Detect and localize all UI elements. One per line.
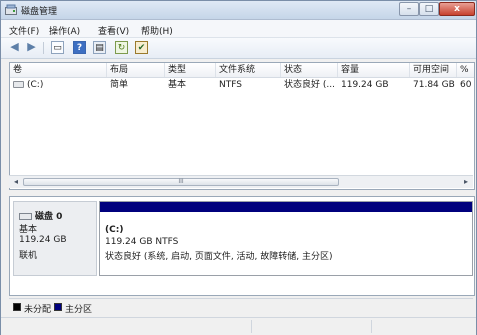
partition-size-fs: 119.24 GB NTFS bbox=[105, 237, 179, 247]
forward-arrow-icon[interactable]: ▶ bbox=[25, 41, 38, 54]
status-bar bbox=[1, 317, 476, 335]
horizontal-scrollbar[interactable]: ◂ III ▸ bbox=[9, 175, 473, 188]
disk-type: 基本 bbox=[19, 225, 38, 235]
cell-volume: (C:) bbox=[10, 78, 107, 92]
window-title: 磁盘管理 bbox=[21, 7, 58, 17]
column-header-volume[interactable]: 卷 bbox=[10, 63, 107, 77]
volume-list: 卷 布局 类型 文件系统 状态 容量 可用空间 % (C:) 简单 基本 NTF… bbox=[9, 62, 475, 190]
cell-status: 状态良好 (... bbox=[284, 80, 335, 90]
legend-swatch-primary bbox=[54, 303, 62, 311]
disk-management-app-icon bbox=[5, 4, 17, 15]
disk-size: 119.24 GB bbox=[19, 235, 67, 245]
cell-free-space: 71.84 GB bbox=[413, 80, 455, 90]
properties-icon[interactable]: ▭ bbox=[51, 41, 64, 54]
partition-color-bar bbox=[100, 202, 472, 212]
volume-name: (C:) bbox=[27, 80, 44, 90]
partition-label: (C:) bbox=[105, 225, 124, 235]
drive-icon bbox=[13, 81, 24, 88]
column-header-free-space[interactable]: 可用空间 bbox=[410, 63, 457, 77]
disk-name: 磁盘 0 bbox=[35, 212, 63, 222]
partition-c[interactable]: (C:) 119.24 GB NTFS 状态良好 (系统, 启动, 页面文件, … bbox=[99, 201, 473, 276]
menu-action[interactable]: 操作(A) bbox=[49, 24, 80, 37]
scrollbar-grip: III bbox=[178, 178, 184, 185]
legend-label-unallocated: 未分配 bbox=[24, 305, 52, 315]
column-header-status[interactable]: 状态 bbox=[281, 63, 338, 77]
legend-label-primary: 主分区 bbox=[65, 305, 93, 315]
maximize-button[interactable]: □ bbox=[419, 2, 439, 16]
column-header-layout[interactable]: 布局 bbox=[107, 63, 165, 77]
cell-type: 基本 bbox=[168, 80, 187, 90]
menu-help[interactable]: 帮助(H) bbox=[141, 24, 173, 37]
view-grid-icon[interactable]: ▤ bbox=[93, 41, 106, 54]
refresh-icon[interactable]: ↻ bbox=[115, 41, 128, 54]
cell-capacity: 119.24 GB bbox=[341, 80, 389, 90]
disk-title: 磁盘 0 bbox=[19, 209, 62, 222]
minimize-button[interactable]: – bbox=[399, 2, 419, 16]
column-header-type[interactable]: 类型 bbox=[165, 63, 216, 77]
help-icon[interactable]: ? bbox=[73, 41, 86, 54]
scroll-left-arrow-icon[interactable]: ◂ bbox=[11, 177, 21, 187]
close-button[interactable]: x bbox=[439, 2, 475, 16]
legend-swatch-unallocated bbox=[13, 303, 21, 311]
column-header-filesystem[interactable]: 文件系统 bbox=[216, 63, 281, 77]
cell-filesystem: NTFS bbox=[219, 80, 242, 90]
disk-state: 联机 bbox=[19, 251, 38, 261]
table-row[interactable]: (C:) 简单 基本 NTFS 状态良好 (... 119.24 GB 71.8… bbox=[10, 78, 474, 92]
status-bar-section bbox=[251, 320, 252, 333]
toolbar: ◀ ▶ ▭ ? ▤ ↻ ✔ bbox=[1, 38, 476, 59]
disk-icon bbox=[19, 213, 32, 220]
toolbar-separator bbox=[43, 42, 44, 54]
column-header-capacity[interactable]: 容量 bbox=[338, 63, 410, 77]
back-arrow-icon[interactable]: ◀ bbox=[8, 41, 21, 54]
partition-status: 状态良好 (系统, 启动, 页面文件, 活动, 故障转储, 主分区) bbox=[105, 252, 333, 262]
menu-file[interactable]: 文件(F) bbox=[9, 24, 39, 37]
cell-layout: 简单 bbox=[110, 80, 129, 90]
scroll-right-arrow-icon[interactable]: ▸ bbox=[461, 177, 471, 187]
disk-management-window: 磁盘管理 – □ x 文件(F) 操作(A) 查看(V) 帮助(H) ◀ ▶ ▭… bbox=[0, 0, 477, 335]
menu-bar: 文件(F) 操作(A) 查看(V) 帮助(H) bbox=[1, 20, 476, 38]
legend: 未分配 主分区 bbox=[9, 298, 473, 315]
disk-0-info[interactable]: 磁盘 0 基本 119.24 GB 联机 bbox=[13, 201, 97, 276]
title-bar[interactable]: 磁盘管理 – □ x bbox=[1, 1, 476, 20]
volume-table-header: 卷 布局 类型 文件系统 状态 容量 可用空间 % bbox=[10, 63, 474, 78]
check-disk-icon[interactable]: ✔ bbox=[135, 41, 148, 54]
cell-percent: 60 bbox=[460, 80, 472, 90]
menu-view[interactable]: 查看(V) bbox=[98, 24, 129, 37]
disk-graphical-view: 磁盘 0 基本 119.24 GB 联机 (C:) 119.24 GB NTFS… bbox=[9, 196, 475, 296]
column-header-percent[interactable]: % bbox=[457, 63, 474, 77]
scrollbar-thumb[interactable]: III bbox=[23, 178, 339, 186]
status-bar-section bbox=[371, 320, 372, 333]
